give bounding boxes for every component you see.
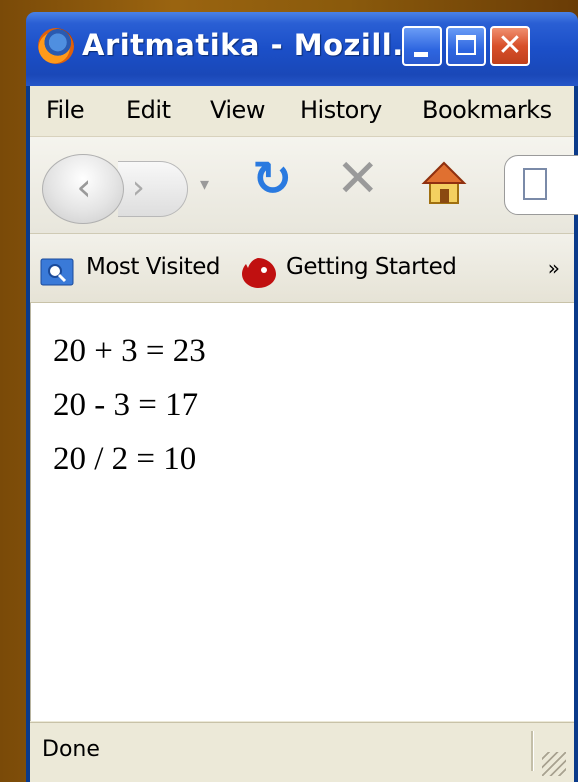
menu-edit[interactable]: Edit [126, 96, 171, 124]
page-content: 20 + 3 = 23 20 - 3 = 17 20 / 2 = 10 [30, 303, 574, 721]
bookmarks-toolbar: Most Visited Getting Started » [30, 234, 574, 303]
url-bar[interactable] [504, 155, 578, 215]
menu-bar: File Edit View History Bookmarks [30, 86, 574, 137]
back-button[interactable]: ‹ [42, 154, 124, 224]
result-line-subtraction: 20 - 3 = 17 [53, 387, 199, 423]
status-separator [531, 731, 534, 771]
result-line-addition: 20 + 3 = 23 [53, 333, 206, 369]
firefox-logo-icon [242, 258, 276, 288]
status-bar: Done [30, 722, 574, 782]
browser-client: File Edit View History Bookmarks › ‹ ▾ ↻… [30, 86, 578, 782]
stop-icon[interactable]: ✕ [336, 149, 380, 209]
title-bar[interactable]: Aritmatika - Mozill... ✕ [26, 12, 578, 86]
bookmark-getting-started[interactable]: Getting Started [286, 254, 457, 280]
home-icon[interactable] [420, 159, 468, 207]
back-forward-group: › ‹ ▾ [34, 150, 220, 224]
bookmarks-overflow-chevron[interactable]: » [548, 256, 560, 280]
forward-button[interactable]: › [118, 161, 188, 217]
close-icon: ✕ [497, 28, 523, 63]
chevron-right-icon: › [132, 168, 145, 206]
bookmark-most-visited[interactable]: Most Visited [86, 254, 221, 280]
folder-search-icon [40, 258, 74, 286]
menu-bookmarks[interactable]: Bookmarks [422, 96, 552, 124]
minimize-button[interactable] [402, 26, 442, 66]
firefox-icon [38, 28, 74, 64]
menu-history[interactable]: History [300, 96, 382, 124]
minimize-icon [414, 52, 428, 57]
navigation-toolbar: › ‹ ▾ ↻ ✕ [30, 137, 578, 234]
result-line-division: 20 / 2 = 10 [53, 441, 197, 477]
reload-icon[interactable]: ↻ [252, 151, 292, 207]
resize-grip-icon[interactable] [542, 752, 566, 776]
maximize-icon [456, 35, 476, 55]
menu-view[interactable]: View [210, 96, 265, 124]
history-dropdown-icon[interactable]: ▾ [200, 174, 209, 195]
status-text: Done [42, 737, 100, 762]
page-icon [523, 168, 547, 200]
close-button[interactable]: ✕ [490, 26, 530, 66]
browser-window: Aritmatika - Mozill... ✕ File Edit View … [26, 12, 578, 782]
maximize-button[interactable] [446, 26, 486, 66]
chevron-left-icon: ‹ [76, 165, 92, 209]
menu-file[interactable]: File [46, 96, 85, 124]
window-title: Aritmatika - Mozill... [82, 28, 427, 62]
